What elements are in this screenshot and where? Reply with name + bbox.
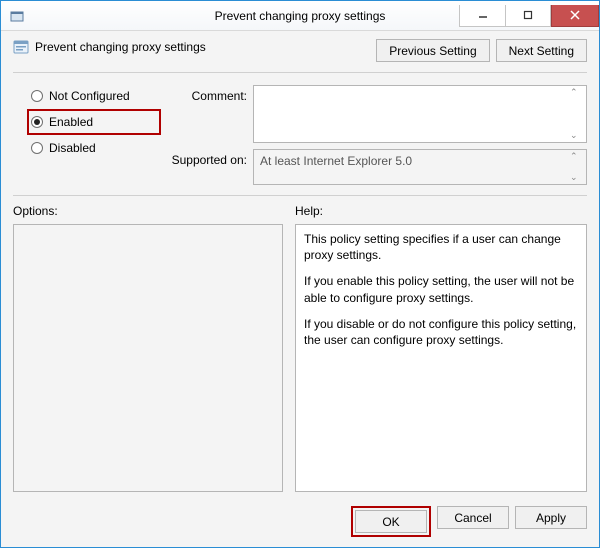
supported-value: At least Internet Explorer 5.0	[260, 154, 412, 168]
options-label: Options:	[13, 204, 283, 218]
radio-not-configured[interactable]: Not Configured	[31, 87, 153, 105]
radio-icon	[31, 116, 43, 128]
highlight-ok: OK	[351, 506, 431, 537]
next-setting-button[interactable]: Next Setting	[496, 39, 587, 62]
minimize-button[interactable]	[459, 5, 505, 27]
divider	[13, 195, 587, 196]
config-area: Not Configured Enabled Disabled Comment:	[13, 85, 587, 185]
radio-label: Not Configured	[49, 89, 130, 103]
comment-row: Comment: ⌃ ⌄	[161, 85, 587, 143]
help-paragraph: If you enable this policy setting, the u…	[304, 273, 578, 305]
panels: This policy setting specifies if a user …	[13, 224, 587, 492]
app-icon	[9, 8, 25, 24]
footer: OK Cancel Apply	[13, 498, 587, 537]
chevron-down-icon: ⌄	[570, 173, 584, 182]
scroll-arrows: ⌃ ⌄	[570, 88, 584, 140]
chevron-up-icon: ⌃	[570, 88, 584, 97]
help-label: Help:	[295, 204, 323, 218]
close-button[interactable]	[551, 5, 599, 27]
previous-setting-button[interactable]: Previous Setting	[376, 39, 489, 62]
maximize-button[interactable]	[505, 5, 551, 27]
supported-box: At least Internet Explorer 5.0 ⌃ ⌄	[253, 149, 587, 185]
policy-title-text: Prevent changing proxy settings	[35, 40, 206, 54]
radio-label: Enabled	[49, 115, 93, 129]
ok-button[interactable]: OK	[355, 510, 427, 533]
nav-buttons: Previous Setting Next Setting	[376, 39, 587, 62]
right-column: Comment: ⌃ ⌄ Supported on: At least Inte…	[161, 85, 587, 185]
divider	[13, 72, 587, 73]
supported-row: Supported on: At least Internet Explorer…	[161, 149, 587, 185]
apply-button[interactable]: Apply	[515, 506, 587, 529]
chevron-down-icon: ⌄	[570, 131, 584, 140]
state-column: Not Configured Enabled Disabled	[13, 85, 153, 185]
radio-icon	[31, 90, 43, 102]
help-paragraph: If you disable or do not configure this …	[304, 316, 578, 348]
comment-label: Comment:	[161, 85, 247, 143]
help-panel: This policy setting specifies if a user …	[295, 224, 587, 492]
window-buttons	[459, 5, 599, 27]
highlight-enabled: Enabled	[27, 109, 161, 135]
policy-icon	[13, 39, 29, 55]
policy-title: Prevent changing proxy settings	[13, 39, 206, 55]
supported-label: Supported on:	[161, 149, 247, 185]
panel-labels: Options: Help:	[13, 204, 587, 218]
titlebar: Prevent changing proxy settings	[1, 1, 599, 31]
client-area: Prevent changing proxy settings Previous…	[1, 31, 599, 547]
options-panel	[13, 224, 283, 492]
radio-enabled[interactable]: Enabled	[31, 113, 153, 131]
radio-label: Disabled	[49, 141, 96, 155]
window: Prevent changing proxy settings	[0, 0, 600, 548]
cancel-button[interactable]: Cancel	[437, 506, 509, 529]
comment-textarea[interactable]: ⌃ ⌄	[253, 85, 587, 143]
help-paragraph: This policy setting specifies if a user …	[304, 231, 578, 263]
header-row: Prevent changing proxy settings Previous…	[13, 39, 587, 62]
chevron-up-icon: ⌃	[570, 152, 584, 161]
scroll-arrows: ⌃ ⌄	[570, 152, 584, 182]
radio-disabled[interactable]: Disabled	[31, 139, 153, 157]
radio-icon	[31, 142, 43, 154]
